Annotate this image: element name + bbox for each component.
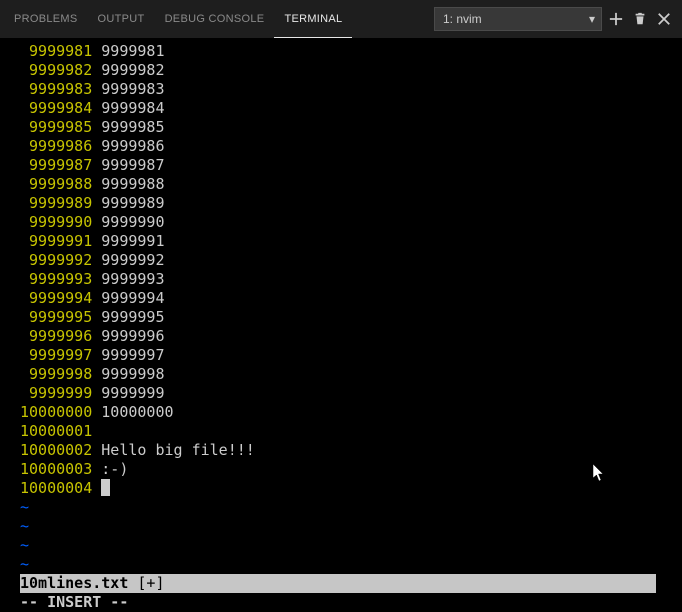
editor-line: 9999996 9999996 <box>0 327 682 346</box>
status-modified: [+] <box>128 574 164 592</box>
line-content: 9999993 <box>92 270 164 288</box>
line-content <box>92 479 101 497</box>
editor-lines: 9999981 9999981 9999982 9999982 9999983 … <box>0 42 682 479</box>
line-number: 9999996 <box>20 327 92 345</box>
editor-line: 9999993 9999993 <box>0 270 682 289</box>
terminal-selector[interactable]: 1: nvim <box>434 7 602 31</box>
line-number: 9999999 <box>20 384 92 402</box>
text-cursor <box>101 479 110 496</box>
editor-line: 9999994 9999994 <box>0 289 682 308</box>
line-number: 9999986 <box>20 137 92 155</box>
plus-icon <box>609 12 623 26</box>
line-content: :-) <box>92 460 128 478</box>
line-content: 9999987 <box>92 156 164 174</box>
line-number: 9999988 <box>20 175 92 193</box>
editor-cursor-line: 10000004 <box>0 479 682 498</box>
vim-status-line: 10mlines.txt [+] <box>20 574 656 593</box>
line-number: 9999992 <box>20 251 92 269</box>
editor-line: 9999983 9999983 <box>0 80 682 99</box>
editor-tildes: ~~~~ <box>0 498 682 574</box>
line-number: 9999997 <box>20 346 92 364</box>
line-number: 9999981 <box>20 42 92 60</box>
line-content: 9999989 <box>92 194 164 212</box>
line-number: 9999987 <box>20 156 92 174</box>
editor-line: 10000000 10000000 <box>0 403 682 422</box>
close-panel-button[interactable] <box>654 9 674 29</box>
line-number: 9999983 <box>20 80 92 98</box>
line-number: 9999993 <box>20 270 92 288</box>
vim-mode-line: -- INSERT -- <box>0 593 682 612</box>
editor-line: 9999981 9999981 <box>0 42 682 61</box>
editor-tilde: ~ <box>0 517 682 536</box>
editor-line: 9999984 9999984 <box>0 99 682 118</box>
line-content: Hello big file!!! <box>92 441 255 459</box>
line-content: 9999988 <box>92 175 164 193</box>
new-terminal-button[interactable] <box>606 9 626 29</box>
tab-problems[interactable]: PROBLEMS <box>4 0 88 38</box>
line-content: 9999995 <box>92 308 164 326</box>
editor-line: 9999999 9999999 <box>0 384 682 403</box>
editor-line: 9999995 9999995 <box>0 308 682 327</box>
line-content: 9999992 <box>92 251 164 269</box>
line-content: 9999996 <box>92 327 164 345</box>
line-content: 9999990 <box>92 213 164 231</box>
editor-line: 9999997 9999997 <box>0 346 682 365</box>
line-content: 9999983 <box>92 80 164 98</box>
panel-tabs: PROBLEMS OUTPUT DEBUG CONSOLE TERMINAL <box>4 0 352 38</box>
line-number: 9999990 <box>20 213 92 231</box>
editor-line: 10000001 <box>0 422 682 441</box>
line-number: 9999989 <box>20 194 92 212</box>
editor-line: 10000002 Hello big file!!! <box>0 441 682 460</box>
line-content: 9999982 <box>92 61 164 79</box>
editor-line: 10000003 :-) <box>0 460 682 479</box>
panel-header: PROBLEMS OUTPUT DEBUG CONSOLE TERMINAL 1… <box>0 0 682 38</box>
line-number: 9999998 <box>20 365 92 383</box>
close-icon <box>657 12 671 26</box>
line-number: 9999995 <box>20 308 92 326</box>
line-content: 9999986 <box>92 137 164 155</box>
line-number: 9999982 <box>20 61 92 79</box>
line-content: 9999991 <box>92 232 164 250</box>
tab-output[interactable]: OUTPUT <box>88 0 155 38</box>
editor-line: 9999987 9999987 <box>0 156 682 175</box>
line-content: 9999985 <box>92 118 164 136</box>
editor-line: 9999982 9999982 <box>0 61 682 80</box>
line-number: 10000004 <box>20 479 92 497</box>
line-number: 9999985 <box>20 118 92 136</box>
terminal-body[interactable]: 9999981 9999981 9999982 9999982 9999983 … <box>0 38 682 612</box>
line-number: 9999994 <box>20 289 92 307</box>
editor-tilde: ~ <box>0 536 682 555</box>
line-content: 10000000 <box>92 403 173 421</box>
line-number: 9999984 <box>20 99 92 117</box>
editor-line: 9999990 9999990 <box>0 213 682 232</box>
editor-line: 9999992 9999992 <box>0 251 682 270</box>
line-number: 10000003 <box>20 460 92 478</box>
terminal-controls: 1: nvim <box>434 0 682 38</box>
line-content: 9999998 <box>92 365 164 383</box>
line-content: 9999984 <box>92 99 164 117</box>
line-content: 9999999 <box>92 384 164 402</box>
line-content: 9999981 <box>92 42 164 60</box>
line-content: 9999997 <box>92 346 164 364</box>
editor-line: 9999986 9999986 <box>0 137 682 156</box>
editor-line: 9999989 9999989 <box>0 194 682 213</box>
tab-debug-console[interactable]: DEBUG CONSOLE <box>155 0 275 38</box>
trash-icon <box>633 12 647 26</box>
line-number: 10000002 <box>20 441 92 459</box>
line-number: 9999991 <box>20 232 92 250</box>
editor-tilde: ~ <box>0 555 682 574</box>
status-filename: 10mlines.txt <box>20 574 128 592</box>
editor-line: 9999991 9999991 <box>0 232 682 251</box>
kill-terminal-button[interactable] <box>630 9 650 29</box>
line-number: 10000001 <box>20 422 92 440</box>
editor-line: 9999998 9999998 <box>0 365 682 384</box>
editor-line: 9999985 9999985 <box>0 118 682 137</box>
line-content: 9999994 <box>92 289 164 307</box>
editor-line: 9999988 9999988 <box>0 175 682 194</box>
tab-terminal[interactable]: TERMINAL <box>274 0 352 38</box>
line-number: 10000000 <box>20 403 92 421</box>
editor-tilde: ~ <box>0 498 682 517</box>
